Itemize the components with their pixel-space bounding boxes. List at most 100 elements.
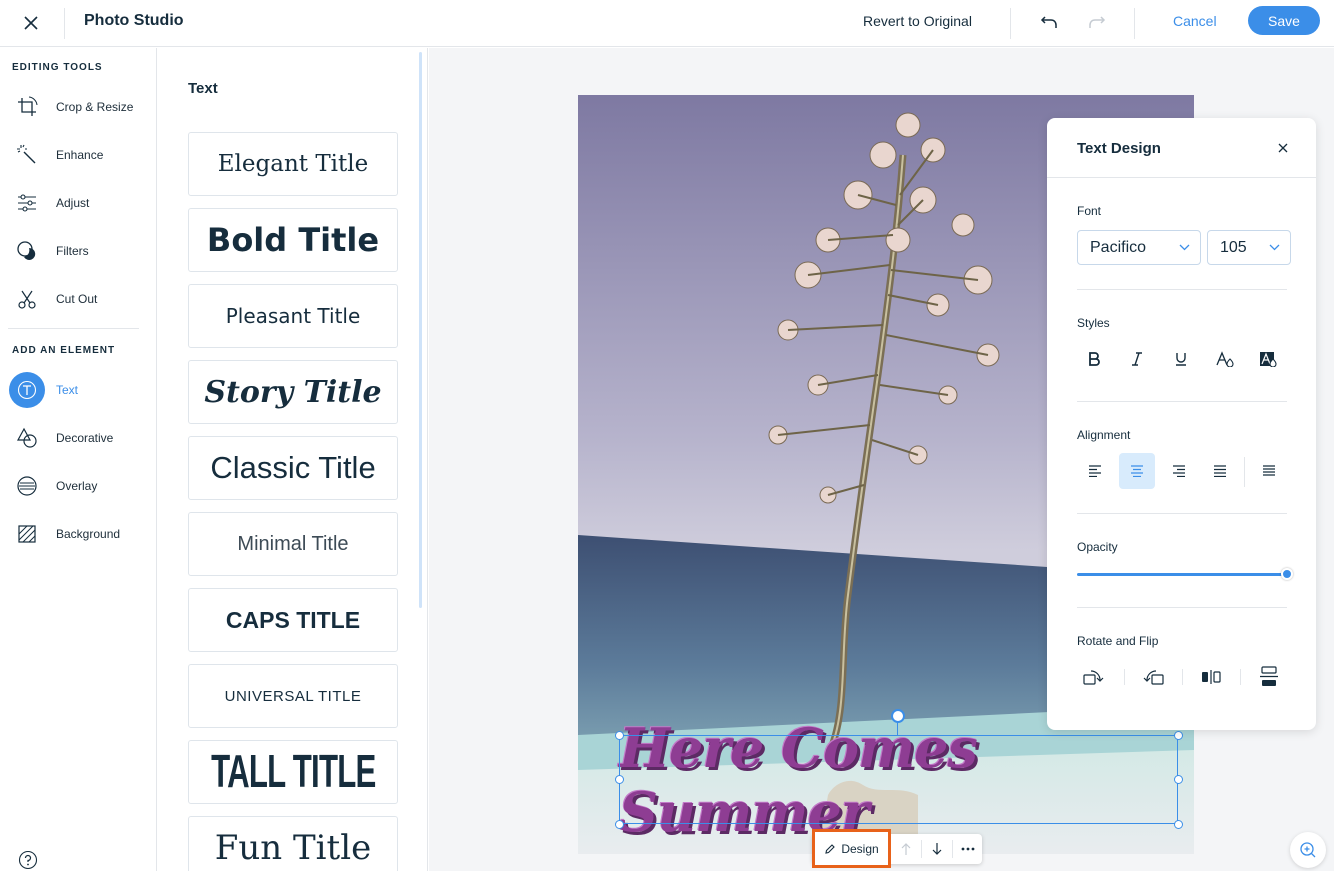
- text-color-icon[interactable]: [1207, 341, 1243, 377]
- sidebar-item-label: Cut Out: [56, 292, 98, 306]
- flip-vertical-icon[interactable]: [1251, 659, 1287, 695]
- more-options-icon[interactable]: [953, 834, 983, 864]
- preset-pleasant-title[interactable]: Pleasant Title: [188, 284, 398, 348]
- sidebar-item-background[interactable]: Background: [8, 514, 148, 554]
- sidebar-item-label: Crop & Resize: [56, 100, 134, 114]
- align-right-icon[interactable]: [1161, 453, 1197, 489]
- text-selection-box[interactable]: [619, 735, 1178, 824]
- text-presets-panel: Text Elegant Title Bold Title Pleasant T…: [158, 48, 428, 871]
- revert-to-original-button[interactable]: Revert to Original: [863, 13, 972, 29]
- editing-tools-heading: EDITING TOOLS: [12, 62, 103, 73]
- rotate-flip-label: Rotate and Flip: [1077, 634, 1159, 648]
- move-down-icon[interactable]: [922, 834, 952, 864]
- rotate-divider: [1182, 669, 1183, 685]
- preset-elegant-title[interactable]: Elegant Title: [188, 132, 398, 196]
- save-button[interactable]: Save: [1248, 6, 1320, 35]
- sidebar-item-filters[interactable]: Filters: [8, 231, 148, 271]
- preset-caps-title[interactable]: CAPS TITLE: [188, 588, 398, 652]
- sidebar-item-crop-resize[interactable]: Crop & Resize: [8, 87, 148, 127]
- close-icon[interactable]: [18, 10, 44, 36]
- sidebar-item-label: Overlay: [56, 479, 98, 493]
- scissors-icon: [8, 280, 46, 318]
- resize-handle-bottom-left[interactable]: [615, 820, 624, 829]
- sidebar-item-label: Decorative: [56, 431, 114, 445]
- top-bar-divider: [1010, 8, 1011, 39]
- preset-classic-title[interactable]: Classic Title: [188, 436, 398, 500]
- rotation-handle-line: [897, 722, 898, 735]
- rotate-right-icon[interactable]: [1076, 659, 1112, 695]
- editing-sidebar: EDITING TOOLS Crop & Resize Enhance Adju…: [0, 48, 157, 871]
- preset-tall-title-text: TALL TITLE: [210, 746, 376, 797]
- undo-icon[interactable]: [1036, 9, 1062, 35]
- font-size-dropdown[interactable]: 105: [1207, 230, 1291, 265]
- sidebar-item-overlay[interactable]: Overlay: [8, 466, 148, 506]
- opacity-label: Opacity: [1077, 540, 1118, 554]
- sidebar-item-enhance[interactable]: Enhance: [8, 135, 148, 175]
- preset-tall-title[interactable]: TALL TITLE: [188, 740, 398, 804]
- preset-story-title[interactable]: Story Title: [188, 360, 398, 424]
- preset-bold-title[interactable]: Bold Title: [188, 208, 398, 272]
- resize-handle-top-right[interactable]: [1174, 731, 1183, 740]
- close-icon[interactable]: [1273, 138, 1293, 158]
- preset-universal-title[interactable]: UNIVERSAL TITLE: [188, 664, 398, 728]
- panel-scrollbar[interactable]: [419, 52, 422, 608]
- magic-wand-icon: [8, 136, 46, 174]
- text-design-panel: Text Design Font Pacifico 105 Styles Ali…: [1047, 118, 1316, 730]
- section-divider: [1077, 513, 1287, 514]
- align-center-icon[interactable]: [1119, 453, 1155, 489]
- filters-icon: [8, 232, 46, 270]
- section-divider: [1077, 607, 1287, 608]
- redo-icon[interactable]: [1084, 9, 1110, 35]
- section-divider: [1077, 289, 1287, 290]
- font-family-dropdown[interactable]: Pacifico: [1077, 230, 1201, 265]
- sliders-icon: [8, 184, 46, 222]
- sidebar-item-adjust[interactable]: Adjust: [8, 183, 148, 223]
- cancel-button[interactable]: Cancel: [1173, 13, 1217, 29]
- highlight-color-icon[interactable]: [1250, 341, 1286, 377]
- design-button-label: Design: [841, 841, 879, 856]
- sidebar-item-cut-out[interactable]: Cut Out: [8, 279, 148, 319]
- rotate-divider: [1124, 669, 1125, 685]
- sidebar-item-label: Filters: [56, 244, 89, 258]
- help-icon[interactable]: [18, 850, 38, 870]
- rotate-left-icon[interactable]: [1135, 659, 1171, 695]
- design-button[interactable]: Design: [812, 829, 891, 868]
- section-divider: [1077, 401, 1287, 402]
- top-bar-divider: [64, 8, 65, 39]
- text-icon: [9, 372, 45, 408]
- opacity-slider-thumb[interactable]: [1281, 568, 1293, 580]
- resize-handle-bottom-right[interactable]: [1174, 820, 1183, 829]
- font-family-value: Pacifico: [1090, 238, 1147, 256]
- sidebar-item-text[interactable]: Text: [8, 370, 148, 410]
- sidebar-item-label: Enhance: [56, 148, 104, 162]
- top-bar: Photo Studio Revert to Original Cancel S…: [0, 0, 1334, 47]
- align-left-icon[interactable]: [1077, 453, 1113, 489]
- align-justify-icon[interactable]: [1202, 453, 1238, 489]
- zoom-in-icon[interactable]: [1290, 832, 1326, 868]
- preset-fun-title[interactable]: Fun Title: [188, 816, 398, 871]
- resize-handle-top-left[interactable]: [615, 731, 624, 740]
- top-bar-divider: [1134, 8, 1135, 39]
- panel-header-divider: [1047, 177, 1316, 178]
- move-up-icon[interactable]: [891, 834, 921, 864]
- overlay-icon: [8, 467, 46, 505]
- bold-icon[interactable]: [1076, 341, 1112, 377]
- underline-icon[interactable]: [1163, 341, 1199, 377]
- flip-horizontal-icon[interactable]: [1193, 659, 1229, 695]
- add-element-heading: ADD AN ELEMENT: [12, 345, 116, 356]
- styles-label: Styles: [1077, 316, 1110, 330]
- rotation-handle[interactable]: [891, 709, 905, 723]
- chevron-down-icon: [1179, 244, 1190, 251]
- resize-handle-middle-right[interactable]: [1174, 775, 1183, 784]
- chevron-down-icon: [1269, 244, 1280, 251]
- shapes-icon: [8, 419, 46, 457]
- italic-icon[interactable]: [1119, 341, 1155, 377]
- sidebar-divider: [8, 328, 139, 329]
- sidebar-item-decorative[interactable]: Decorative: [8, 418, 148, 458]
- sidebar-item-label: Background: [56, 527, 121, 541]
- preset-minimal-title[interactable]: Minimal Title: [188, 512, 398, 576]
- resize-handle-middle-left[interactable]: [615, 775, 624, 784]
- line-spacing-icon[interactable]: [1251, 453, 1287, 489]
- alignment-divider: [1244, 457, 1245, 487]
- opacity-slider-track[interactable]: [1077, 573, 1287, 576]
